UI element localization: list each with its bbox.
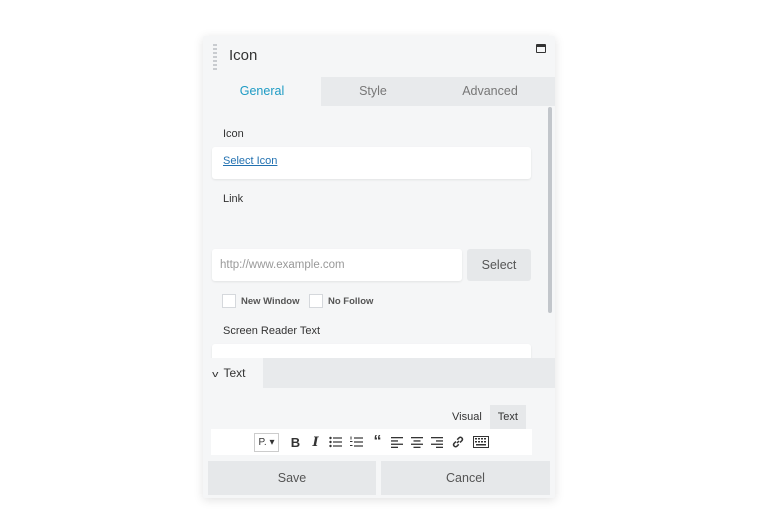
screen-reader-label: Screen Reader Text (223, 325, 321, 337)
editor-toolbar: P. ▾ B I “ (211, 429, 532, 455)
text-section-toggle[interactable]: v Text (203, 358, 263, 388)
panel-title: Icon (229, 47, 258, 64)
editor-mode-tabs: Visual Text (444, 405, 526, 429)
bold-icon[interactable]: B (289, 435, 301, 450)
chevron-down-icon: v (212, 369, 219, 379)
general-tab-content: Icon Select Icon Link Select New Window … (203, 106, 555, 376)
scrollbar[interactable] (548, 107, 552, 313)
tab-general[interactable]: General (203, 77, 321, 106)
blockquote-icon[interactable]: “ (371, 433, 383, 451)
no-follow-option[interactable]: No Follow (309, 294, 373, 308)
link-select-button[interactable]: Select (467, 249, 531, 281)
link-input[interactable] (212, 249, 462, 281)
tab-text[interactable]: Text (489, 405, 526, 429)
maximize-icon[interactable] (536, 44, 546, 53)
no-follow-label: No Follow (328, 295, 374, 307)
icon-label: Icon (223, 128, 244, 140)
new-window-label: New Window (241, 295, 300, 307)
select-icon-link[interactable]: Select Icon (223, 155, 277, 167)
tab-style[interactable]: Style (321, 77, 425, 106)
new-window-checkbox[interactable] (222, 294, 236, 308)
link-label: Link (223, 193, 244, 205)
tab-advanced[interactable]: Advanced (425, 77, 555, 106)
icon-settings-panel: Icon General Style Advanced Icon Select … (203, 36, 555, 498)
text-section-header: v Text (203, 358, 555, 388)
new-window-option[interactable]: New Window (222, 294, 300, 308)
align-center-icon[interactable] (411, 436, 424, 448)
settings-tabs: General Style Advanced (203, 77, 555, 106)
italic-icon[interactable]: I (309, 435, 321, 450)
cancel-button[interactable]: Cancel (381, 461, 550, 495)
save-button[interactable]: Save (208, 461, 376, 495)
panel-header[interactable]: Icon (203, 36, 555, 77)
numbered-list-icon[interactable] (350, 436, 364, 448)
align-left-icon[interactable] (391, 436, 404, 448)
format-select[interactable]: P. ▾ (253, 432, 280, 452)
panel-footer: Save Cancel (203, 457, 555, 498)
text-section-label: Text (223, 366, 246, 380)
align-right-icon[interactable] (431, 436, 444, 448)
link-icon[interactable] (451, 435, 465, 449)
tab-visual[interactable]: Visual (444, 405, 490, 429)
bullet-list-icon[interactable] (329, 436, 343, 448)
drag-handle-icon[interactable] (213, 44, 217, 70)
no-follow-checkbox[interactable] (309, 294, 323, 308)
icon-field: Select Icon (212, 147, 531, 179)
keyboard-icon[interactable] (473, 436, 490, 448)
